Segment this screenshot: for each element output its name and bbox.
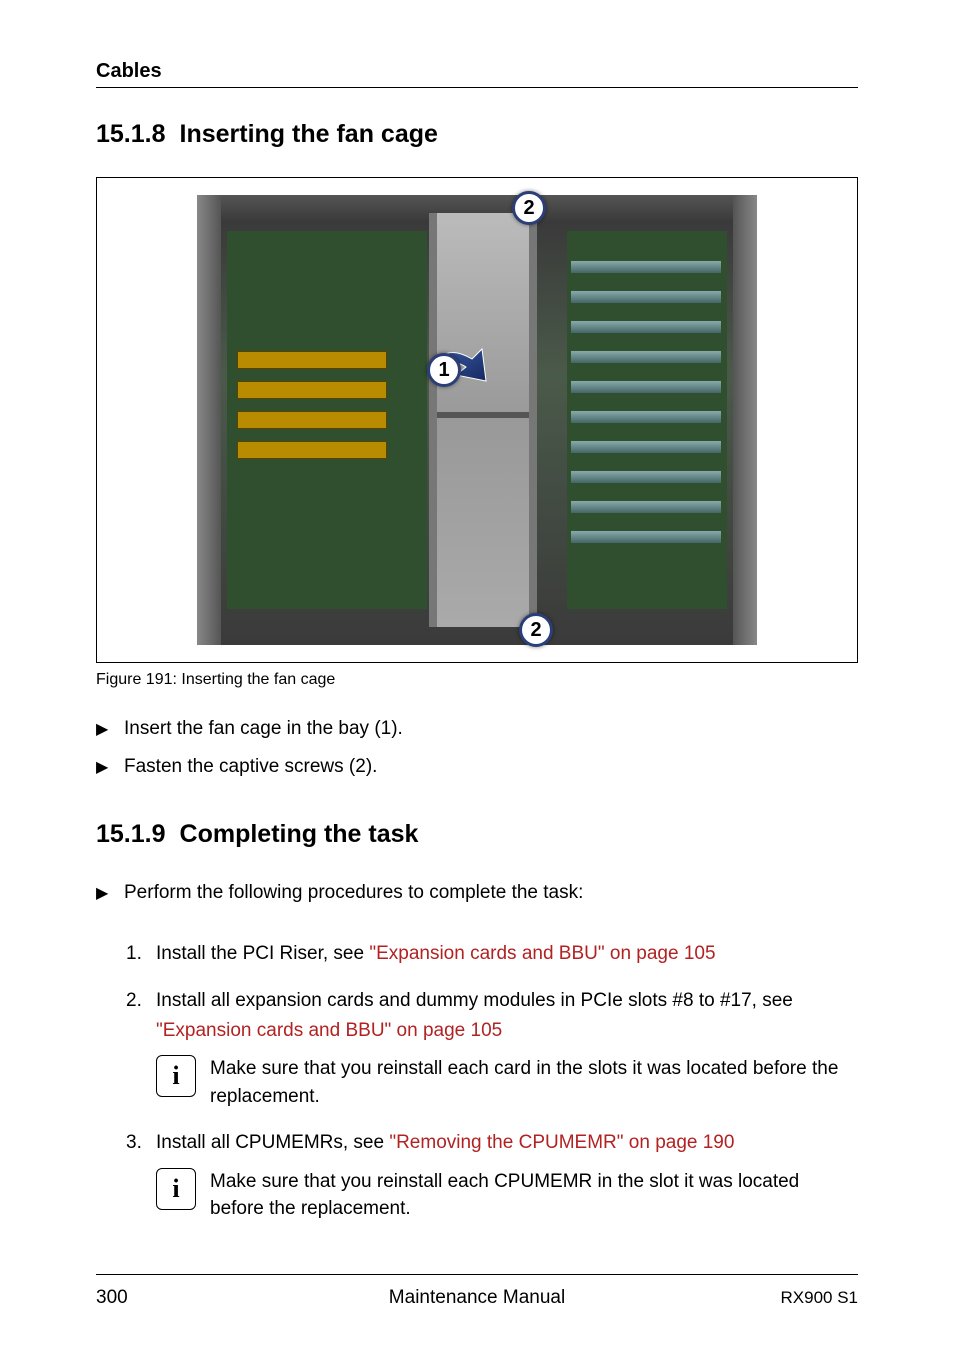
mem-slot	[571, 411, 721, 423]
chassis-left	[197, 195, 221, 645]
list-item: ▶ Fasten the captive screws (2).	[96, 751, 858, 783]
cross-reference-link[interactable]: "Expansion cards and BBU" on page 105	[369, 943, 715, 964]
section-title-1: Inserting the fan cage	[180, 120, 438, 148]
triangle-icon: ▶	[96, 754, 108, 781]
figure-caption-prefix: Figure 191:	[96, 671, 181, 688]
slot-label	[237, 411, 387, 429]
fan-gap	[437, 412, 529, 418]
list-item: 1. Install the PCI Riser, see "Expansion…	[126, 939, 858, 968]
section-number-1: 15.1.8	[96, 120, 166, 148]
figure-caption-text: Inserting the fan cage	[181, 671, 335, 688]
info-text: Make sure that you reinstall each CPUMEM…	[210, 1168, 858, 1223]
figure-frame: 1 2 2	[96, 177, 858, 663]
list-item: ▶ Insert the fan cage in the bay (1).	[96, 713, 858, 745]
fan-bay	[429, 213, 537, 627]
figure-caption: Figure 191: Inserting the fan cage	[96, 671, 858, 689]
step-text: Insert the fan cage in the bay (1).	[124, 718, 403, 739]
cross-reference-link[interactable]: "Expansion cards and BBU" on page 105	[156, 1020, 502, 1041]
header-section-label: Cables	[96, 60, 858, 83]
triangle-icon: ▶	[96, 716, 108, 743]
info-icon: i	[156, 1168, 196, 1210]
info-glyph: i	[172, 1169, 179, 1209]
mem-slot	[571, 441, 721, 453]
board-right	[567, 231, 727, 609]
slot-label	[237, 441, 387, 459]
step-number: 1.	[126, 939, 142, 968]
footer-model: RX900 S1	[781, 1288, 859, 1308]
footer-title: Maintenance Manual	[96, 1287, 858, 1309]
section1-steps: ▶ Insert the fan cage in the bay (1). ▶ Fa…	[96, 713, 858, 784]
mem-slot	[571, 531, 721, 543]
callout-2-bottom: 2	[519, 613, 553, 647]
info-note: i Make sure that you reinstall each CPUM…	[156, 1168, 858, 1223]
section2-lead-list: ▶ Perform the following procedures to com…	[96, 877, 858, 909]
mem-slot	[571, 381, 721, 393]
section2-ordered: 1. Install the PCI Riser, see "Expansion…	[126, 939, 858, 1223]
callout-1: 1	[427, 353, 461, 387]
mem-slot	[571, 471, 721, 483]
list-item: 2. Install all expansion cards and dummy…	[126, 986, 858, 1110]
footer-rule	[96, 1274, 858, 1275]
slot-label	[237, 351, 387, 369]
section-heading-1: 15.1.8 Inserting the fan cage	[96, 120, 858, 149]
chassis-right	[733, 195, 757, 645]
step-text: Fasten the captive screws (2).	[124, 756, 377, 777]
triangle-icon: ▶	[96, 880, 108, 907]
section-heading-2: 15.1.9 Completing the task	[96, 820, 858, 849]
mem-slot	[571, 291, 721, 303]
step-text: Install all expansion cards and dummy mo…	[156, 990, 793, 1011]
step-number: 2.	[126, 986, 142, 1015]
list-item: ▶ Perform the following procedures to com…	[96, 877, 858, 909]
list-item: 3. Install all CPUMEMRs, see "Removing t…	[126, 1128, 858, 1223]
page-footer: 300 Maintenance Manual RX900 S1	[96, 1287, 858, 1309]
page-number: 300	[96, 1287, 128, 1309]
step-number: 3.	[126, 1128, 142, 1157]
slot-label	[237, 381, 387, 399]
info-note: i Make sure that you reinstall each card…	[156, 1055, 858, 1110]
step-text: Install the PCI Riser, see	[156, 943, 369, 964]
board-left	[227, 231, 427, 609]
mem-slot	[571, 501, 721, 513]
mem-slot	[571, 261, 721, 273]
section-title-2: Completing the task	[180, 820, 419, 848]
mem-slot	[571, 321, 721, 333]
step-text: Install all CPUMEMRs, see	[156, 1132, 389, 1153]
mem-slot	[571, 351, 721, 363]
figure-image: 1 2 2	[197, 195, 757, 645]
cross-reference-link[interactable]: "Removing the CPUMEMR" on page 190	[389, 1132, 734, 1153]
section-number-2: 15.1.9	[96, 820, 166, 848]
callout-2-top: 2	[512, 191, 546, 225]
lead-text: Perform the following procedures to comp…	[124, 882, 583, 903]
info-glyph: i	[172, 1056, 179, 1096]
info-text: Make sure that you reinstall each card i…	[210, 1055, 858, 1110]
running-header: Cables	[96, 60, 858, 88]
info-icon: i	[156, 1055, 196, 1097]
